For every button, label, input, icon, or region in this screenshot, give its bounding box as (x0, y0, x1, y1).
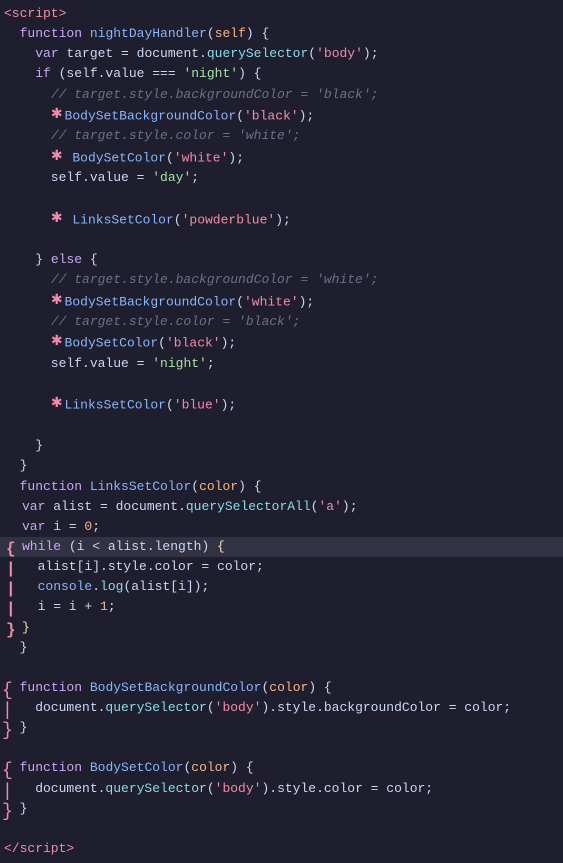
code-line: { function BodySetBackgroundColor(color)… (0, 678, 563, 698)
code-line: | document.querySelector('body').style.b… (0, 698, 563, 718)
code-line: } (0, 638, 563, 658)
code-line: </script> (0, 839, 563, 859)
code-line: } (0, 456, 563, 476)
code-line: if (self.value === 'night') { (0, 64, 563, 84)
code-line: | i = i + 1; (0, 597, 563, 617)
code-line: // target.style.color = 'white'; (0, 126, 563, 146)
code-line: var target = document.querySelector('bod… (0, 44, 563, 64)
code-line (0, 230, 563, 250)
code-line: function LinksSetColor(color) { (0, 477, 563, 497)
code-line: ✱BodySetBackgroundColor('black'); (0, 105, 563, 127)
code-line (0, 188, 563, 208)
code-line: } else { (0, 250, 563, 270)
code-line: <script> (0, 4, 563, 24)
code-line: } } (0, 618, 563, 638)
code-line: | document.querySelector('body').style.c… (0, 779, 563, 799)
code-line: ✱ LinksSetColor('powderblue'); (0, 209, 563, 231)
code-line: ✱BodySetBackgroundColor('white'); (0, 291, 563, 313)
code-line: | console.log(alist[i]); (0, 577, 563, 597)
code-line: } (0, 436, 563, 456)
code-line: { function BodySetColor(color) { (0, 758, 563, 778)
code-line (0, 416, 563, 436)
code-line (0, 658, 563, 678)
code-line: var alist = document.querySelectorAll('a… (0, 497, 563, 517)
code-editor: <script> function nightDayHandler(self) … (0, 0, 563, 863)
code-line: | alist[i].style.color = color; (0, 557, 563, 577)
code-line: self.value = 'day'; (0, 168, 563, 188)
code-line: self.value = 'night'; (0, 354, 563, 374)
code-line: // target.style.backgroundColor = 'black… (0, 85, 563, 105)
code-line: // target.style.color = 'black'; (0, 312, 563, 332)
code-line: ✱BodySetColor('black'); (0, 332, 563, 354)
code-line: // target.style.backgroundColor = 'white… (0, 270, 563, 290)
code-line: ✱ BodySetColor('white'); (0, 147, 563, 169)
code-line: } } (0, 718, 563, 738)
code-line: var i = 0; (0, 517, 563, 537)
code-line: ✱LinksSetColor('blue'); (0, 394, 563, 416)
code-line (0, 738, 563, 758)
code-line (0, 819, 563, 839)
code-line (0, 374, 563, 394)
code-line: } } (0, 799, 563, 819)
code-line-highlighted: { while (i < alist.length) { (0, 537, 563, 557)
code-line: function nightDayHandler(self) { (0, 24, 563, 44)
